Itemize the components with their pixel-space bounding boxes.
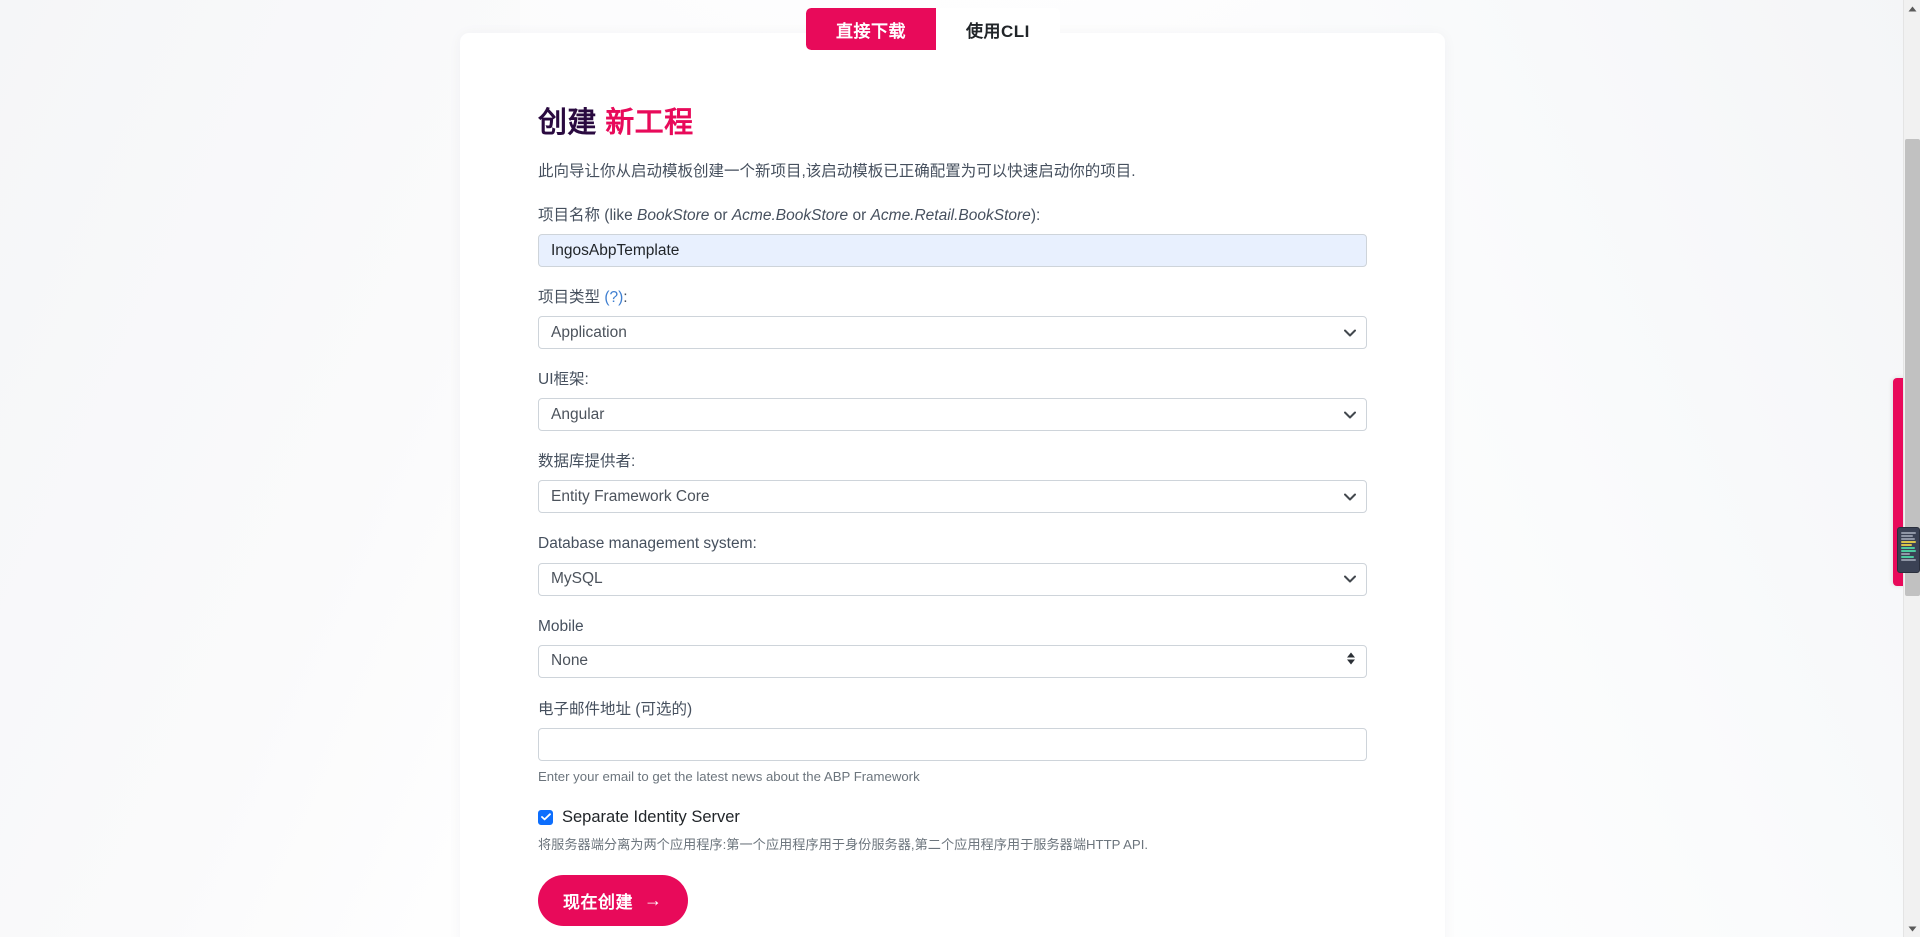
database-provider-select-wrap: Entity Framework Core [538, 480, 1367, 514]
page-subtitle: 此向导让你从启动模板创建一个新项目,该启动模板已正确配置为可以快速启动你的项目. [538, 163, 1136, 180]
email-help-text: Enter your email to get the latest news … [538, 768, 920, 784]
database-provider-select[interactable]: Entity Framework Core [538, 480, 1367, 514]
tab-use-cli-label: 使用CLI [966, 21, 1030, 41]
page-title-prefix: 创建 [538, 107, 597, 139]
scrollbar-down-arrow[interactable] [1904, 920, 1920, 937]
mobile-select[interactable]: None [538, 644, 1367, 678]
ui-framework-label: UI框架: [538, 371, 589, 389]
page-scrollbar[interactable] [1903, 0, 1920, 937]
arrow-right-icon: → [644, 889, 663, 910]
separate-identity-server-checkbox[interactable] [538, 809, 553, 825]
separate-identity-server-row: Separate Identity Server [538, 808, 1367, 827]
project-name-or-1: or [709, 206, 732, 224]
project-type-label-text: 项目类型 [538, 289, 605, 307]
project-name-example-1: BookStore [637, 206, 710, 224]
download-mode-tabs: 直接下载 使用CLI [806, 8, 1060, 50]
tab-direct-download[interactable]: 直接下载 [806, 8, 936, 50]
project-name-or-2: or [848, 206, 871, 224]
project-type-select-value: Application [551, 323, 627, 341]
dbms-select-value: MySQL [551, 570, 603, 588]
create-project-card: 创建 新工程 此向导让你从启动模板创建一个新项目,该启动模板已正确配置为可以快速… [460, 33, 1445, 937]
create-now-button-label: 现在创建 [563, 892, 633, 912]
project-type-label: 项目类型 (?): [538, 288, 1367, 308]
dbms-select-wrap: MySQL [538, 562, 1367, 596]
project-name-input[interactable] [538, 234, 1367, 268]
scrollbar-up-arrow[interactable] [1904, 0, 1920, 17]
database-provider-label: 数据库提供者: [538, 453, 636, 471]
page-title-accent: 新工程 [605, 107, 694, 139]
mobile-label: Mobile [538, 617, 584, 635]
project-name-label-prefix: 项目名称 (like [538, 206, 638, 224]
email-label: 电子邮件地址 (可选的) [538, 700, 693, 718]
mobile-select-wrap: None [538, 644, 1367, 678]
project-type-label-suffix: : [623, 289, 628, 307]
tab-direct-download-label: 直接下载 [836, 21, 906, 41]
mobile-select-value: None [551, 652, 589, 670]
project-type-select[interactable]: Application [538, 316, 1367, 350]
dbms-label: Database management system: [538, 535, 757, 553]
ui-framework-select-wrap: Angular [538, 398, 1367, 432]
project-name-label: 项目名称 (like BookStore or Acme.BookStore o… [538, 206, 1367, 226]
separate-identity-server-label[interactable]: Separate Identity Server [562, 808, 740, 827]
separate-identity-server-help: 将服务器端分离为两个应用程序:第一个应用程序用于身份服务器,第二个应用程序用于服… [538, 836, 1149, 852]
project-name-example-3: Acme.Retail.BookStore [870, 206, 1031, 224]
tab-use-cli[interactable]: 使用CLI [936, 8, 1060, 50]
email-field[interactable] [538, 727, 1367, 761]
create-now-button[interactable]: 现在创建 → [538, 874, 688, 926]
ui-framework-select[interactable]: Angular [538, 398, 1367, 432]
dbms-select[interactable]: MySQL [538, 562, 1367, 596]
project-type-select-wrap: Application [538, 316, 1367, 350]
page-background-left-gradient [0, 0, 520, 937]
code-minimap-overlay[interactable] [1897, 527, 1920, 573]
project-type-help-icon[interactable]: (?) [604, 289, 623, 306]
project-name-example-2: Acme.BookStore [731, 206, 849, 224]
ui-framework-select-value: Angular [551, 405, 605, 423]
project-name-label-suffix: ): [1030, 206, 1041, 224]
page-title: 创建 新工程 [538, 99, 1367, 141]
database-provider-select-value: Entity Framework Core [551, 487, 710, 505]
